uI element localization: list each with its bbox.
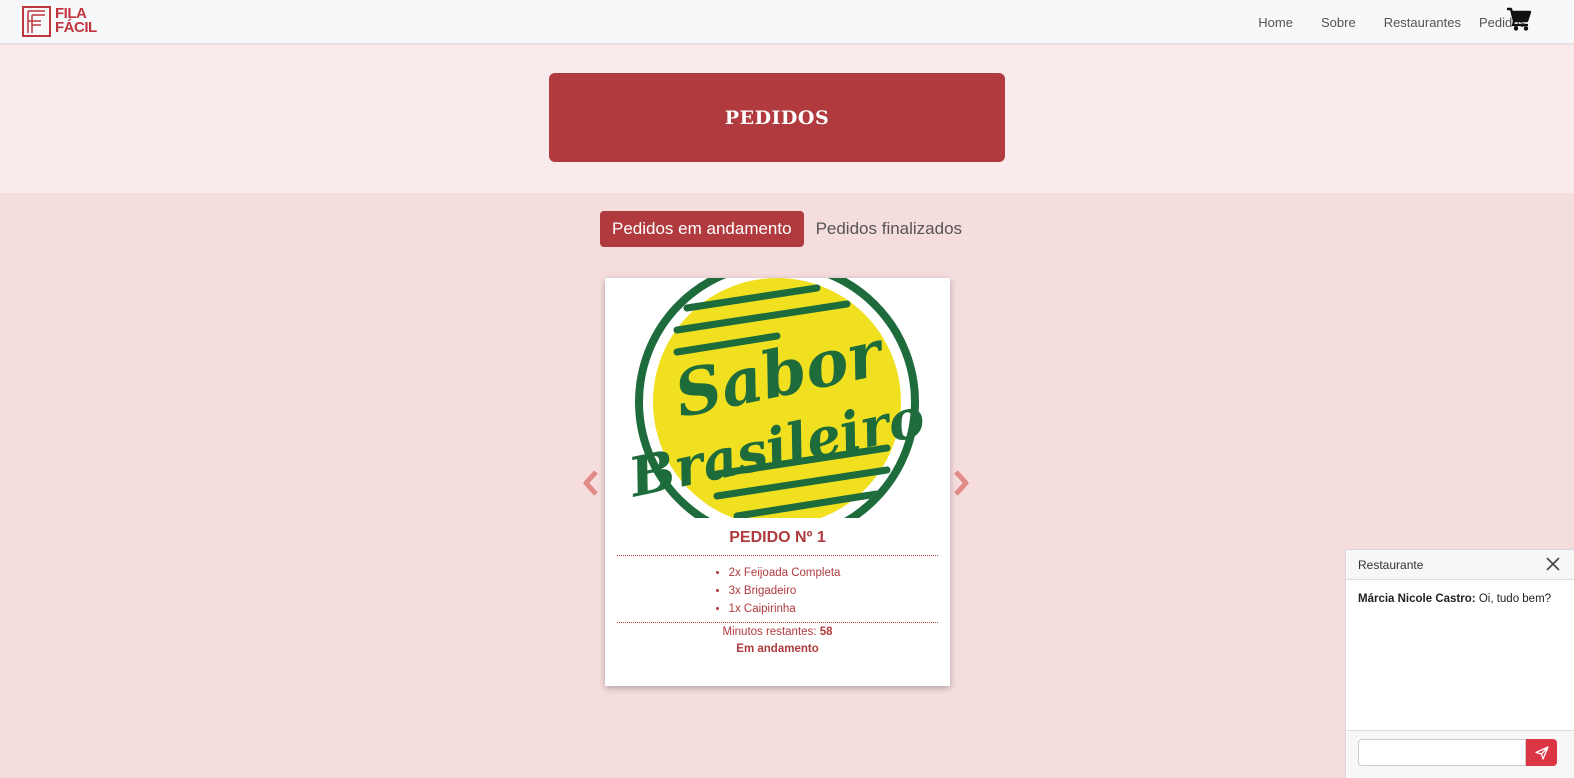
chat-messages: Márcia Nicole Castro: Oi, tudo bem? — [1358, 593, 1551, 605]
nav-sobre[interactable]: Sobre — [1321, 15, 1356, 30]
page-title: PEDIDOS — [724, 106, 830, 129]
send-button[interactable] — [1526, 739, 1557, 766]
order-title: PEDIDO Nº 1 — [729, 529, 826, 546]
list-item: 3x Brigadeiro — [729, 582, 841, 600]
chat-footer — [1346, 730, 1574, 778]
chevron-right-icon[interactable] — [950, 468, 972, 498]
brand-line-2: FÁCIL — [55, 19, 97, 36]
order-card: Sabor Brasileiro PEDIDO Nº 1 2x Feijoada… — [605, 278, 950, 686]
brand-name: FILA FÁCIL — [55, 6, 97, 36]
message-author: Márcia Nicole Castro: — [1358, 593, 1476, 605]
chat-header: Restaurante — [1346, 550, 1574, 580]
remaining-label: Minutos restantes: — [722, 626, 817, 638]
tab-em-andamento[interactable]: Pedidos em andamento — [600, 211, 804, 247]
chat-widget: Restaurante Márcia Nicole Castro: Oi, tu… — [1345, 549, 1574, 778]
tab-finalizados[interactable]: Pedidos finalizados — [804, 211, 974, 247]
divider — [617, 555, 938, 556]
page-title-banner: PEDIDOS — [549, 73, 1005, 162]
remaining-time: Minutos restantes: 58 — [605, 626, 950, 638]
chat-message: Márcia Nicole Castro: Oi, tudo bem? — [1358, 593, 1551, 605]
brand-logo[interactable]: FILA FÁCIL — [22, 4, 97, 38]
nav-home[interactable]: Home — [1258, 15, 1293, 30]
hero-section: PEDIDOS — [0, 45, 1574, 193]
remaining-value: 58 — [819, 626, 833, 638]
divider — [617, 622, 938, 623]
restaurant-logo-image: Sabor Brasileiro — [617, 278, 939, 518]
chat-title: Restaurante — [1358, 558, 1424, 572]
cart-icon[interactable] — [1506, 6, 1532, 32]
list-item: 1x Caipirinha — [729, 600, 841, 618]
chevron-left-icon[interactable] — [580, 468, 602, 498]
nav-restaurantes[interactable]: Restaurantes — [1384, 15, 1461, 30]
order-tabs: Pedidos em andamento Pedidos finalizados — [600, 211, 974, 247]
logo-mark — [22, 5, 51, 37]
close-icon[interactable] — [1546, 557, 1560, 571]
nav-links: Home Sobre Restaurantes Pedidos — [1258, 0, 1526, 44]
navbar: FILA FÁCIL Home Sobre Restaurantes Pedid… — [0, 0, 1574, 44]
message-text: Oi, tudo bem? — [1478, 593, 1552, 605]
order-items: 2x Feijoada Completa 3x Brigadeiro 1x Ca… — [605, 564, 950, 618]
send-icon — [1534, 745, 1549, 760]
list-item: 2x Feijoada Completa — [729, 564, 841, 582]
chat-input[interactable] — [1358, 739, 1526, 766]
order-status: Em andamento — [736, 643, 819, 655]
